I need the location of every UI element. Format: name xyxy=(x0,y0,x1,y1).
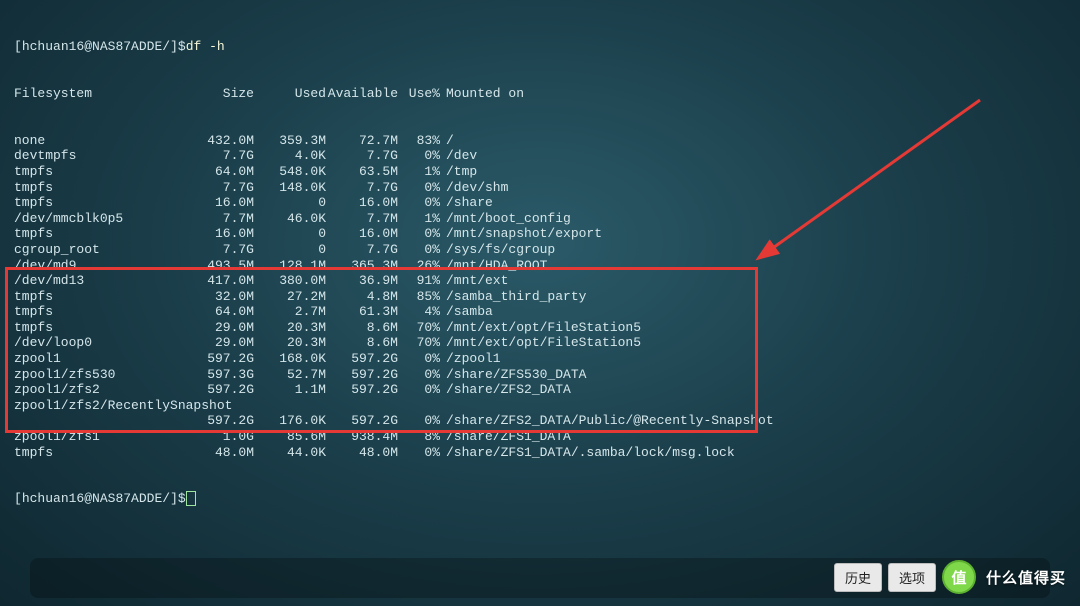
df-row: tmpfs7.7G148.0K7.7G0%/dev/shm xyxy=(14,180,1066,196)
df-row: tmpfs16.0M016.0M0%/mnt/snapshot/export xyxy=(14,226,1066,242)
df-row: /dev/md9493.5M128.1M365.3M26%/mnt/HDA_RO… xyxy=(14,258,1066,274)
df-row: tmpfs64.0M2.7M61.3M4%/samba xyxy=(14,304,1066,320)
df-row: tmpfs64.0M548.0K63.5M1%/tmp xyxy=(14,164,1066,180)
df-row: none432.0M359.3M72.7M83%/ xyxy=(14,133,1066,149)
cursor-icon xyxy=(186,491,196,506)
smzdm-logo-icon: 值 xyxy=(942,560,976,594)
df-row: zpool1/zfs530597.3G52.7M597.2G0%/share/Z… xyxy=(14,367,1066,383)
df-row: /dev/md13417.0M380.0M36.9M91%/mnt/ext xyxy=(14,273,1066,289)
df-row: tmpfs48.0M44.0K48.0M0%/share/ZFS1_DATA/.… xyxy=(14,445,1066,461)
df-row: devtmpfs7.7G4.0K7.7G0%/dev xyxy=(14,148,1066,164)
options-button[interactable]: 选项 xyxy=(888,563,936,592)
df-row: /dev/mmcblk0p57.7M46.0K7.7M1%/mnt/boot_c… xyxy=(14,211,1066,227)
df-header: FilesystemSizeUsedAvailableUse%Mounted o… xyxy=(14,86,1066,102)
watermark-text: 什么值得买 xyxy=(986,567,1066,588)
df-row: 597.2G176.0K597.2G0%/share/ZFS2_DATA/Pub… xyxy=(14,413,1066,429)
prompt-line-2[interactable]: [hchuan16@NAS87ADDE /]$ xyxy=(14,491,1066,507)
df-row: tmpfs32.0M27.2M4.8M85%/samba_third_party xyxy=(14,289,1066,305)
history-button[interactable]: 历史 xyxy=(834,563,882,592)
df-row: tmpfs16.0M016.0M0%/share xyxy=(14,195,1066,211)
bottom-right-controls: 历史 选项 值 什么值得买 xyxy=(834,560,1066,594)
prompt-line-1: [hchuan16@NAS87ADDE /]$ df -h xyxy=(14,39,1066,55)
terminal-output: [hchuan16@NAS87ADDE /]$ df -h Filesystem… xyxy=(14,8,1066,523)
df-row: zpool1/zfs2597.2G1.1M597.2G0%/share/ZFS2… xyxy=(14,382,1066,398)
df-row: zpool1/zfs2/RecentlySnapshot xyxy=(14,398,1066,414)
df-row: /dev/loop029.0M20.3M8.6M70%/mnt/ext/opt/… xyxy=(14,335,1066,351)
df-row: zpool1597.2G168.0K597.2G0%/zpool1 xyxy=(14,351,1066,367)
df-row: cgroup_root7.7G07.7G0%/sys/fs/cgroup xyxy=(14,242,1066,258)
df-row: zpool1/zfs11.0G85.6M938.4M8%/share/ZFS1_… xyxy=(14,429,1066,445)
df-row: tmpfs29.0M20.3M8.6M70%/mnt/ext/opt/FileS… xyxy=(14,320,1066,336)
command-text: df -h xyxy=(186,39,225,55)
